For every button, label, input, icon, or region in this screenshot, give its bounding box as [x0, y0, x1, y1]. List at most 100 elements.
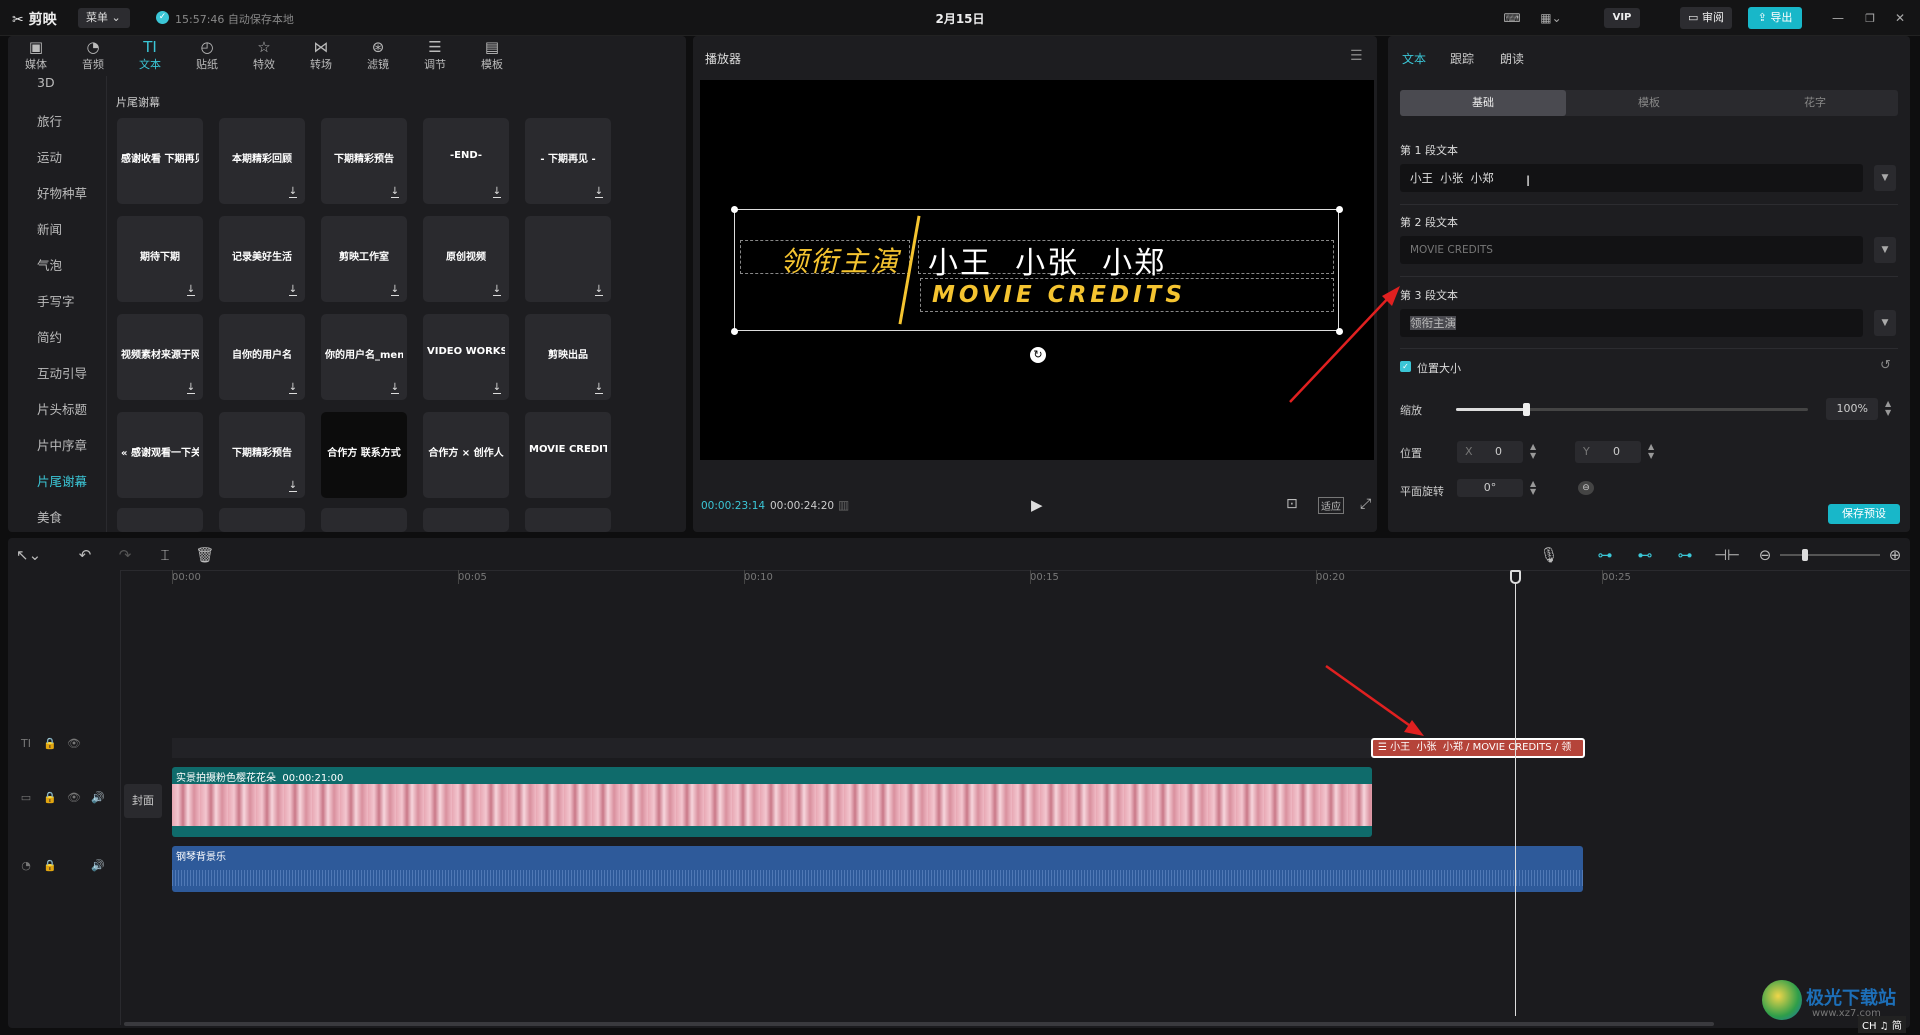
template-tile[interactable]: 下期精彩预告 ↓ [321, 118, 407, 204]
scale-slider-knob[interactable] [1523, 403, 1531, 416]
split-icon[interactable]: ⌶ [154, 545, 176, 565]
subtab-basic[interactable]: 基础 [1400, 90, 1566, 116]
tab-adjust[interactable]: ☰ 调节 [407, 38, 463, 72]
tab-text[interactable]: TI 文本 [122, 38, 178, 72]
template-tile[interactable]: 原创视频 ↓ [423, 216, 509, 302]
tab-filter[interactable]: ⊛ 滤镜 [350, 38, 406, 72]
template-tile[interactable]: - 下期再见 - ↓ [525, 118, 611, 204]
eye-icon[interactable]: 👁 [66, 791, 82, 804]
subtab-fancy[interactable]: 花字 [1732, 90, 1898, 116]
tab-text-props[interactable]: 文本 [1402, 50, 1426, 67]
zoom-in-icon[interactable]: ⊕ [1884, 545, 1906, 565]
download-icon[interactable]: ↓ [593, 382, 605, 394]
zoom-out-icon[interactable]: ⊖ [1754, 545, 1776, 565]
template-tile[interactable] [219, 508, 305, 532]
template-tile[interactable]: 合作方 × 创作人 [423, 412, 509, 498]
para2-input[interactable]: MOVIE CREDITS [1400, 236, 1863, 264]
fit-screen-icon[interactable]: ⊡ [1286, 496, 1298, 512]
download-icon[interactable]: ↓ [287, 284, 299, 296]
close-icon[interactable]: ✕ [1890, 8, 1910, 28]
template-tile[interactable]: MOVIE CREDITS [525, 412, 611, 498]
download-icon[interactable]: ↓ [185, 284, 197, 296]
template-tile[interactable] [423, 508, 509, 532]
lock-icon[interactable]: 🔒 [42, 791, 58, 804]
timeline-scrollbar[interactable] [124, 1022, 1714, 1026]
playhead[interactable] [1515, 570, 1516, 1016]
template-tile[interactable]: ↓ [525, 216, 611, 302]
download-icon[interactable]: ↓ [389, 382, 401, 394]
download-icon[interactable]: ↓ [491, 186, 503, 198]
scale-stepper-icon[interactable]: ▲ ▼ [1885, 399, 1891, 417]
eye-icon[interactable]: 👁 [66, 737, 82, 750]
rotate-input[interactable]: 0° [1457, 479, 1523, 497]
template-tile[interactable]: « 感谢观看一下关注 » [117, 412, 203, 498]
para3-dropdown[interactable]: ▼ [1874, 310, 1896, 336]
pos-x-input[interactable]: X0 [1457, 441, 1523, 463]
template-tile[interactable] [117, 508, 203, 532]
playhead-handle[interactable] [1510, 570, 1521, 584]
template-tile[interactable]: -END- ↓ [423, 118, 509, 204]
resize-handle[interactable] [1336, 206, 1343, 213]
scale-slider[interactable] [1456, 403, 1808, 416]
tab-sticker[interactable]: ◴ 贴纸 [179, 38, 235, 72]
timecode-grid-icon[interactable]: ▥ [838, 498, 849, 512]
cover-button[interactable]: 封面 [124, 784, 162, 818]
pos-y-input[interactable]: Y0 [1575, 441, 1641, 463]
rotate-dial-icon[interactable]: ⊖ [1578, 481, 1594, 495]
volume-icon[interactable]: 🔊 [90, 791, 106, 804]
para1-dropdown[interactable]: ▼ [1874, 165, 1896, 191]
linkage-icon[interactable]: ⊶ [1674, 545, 1696, 565]
download-icon[interactable]: ↓ [491, 382, 503, 394]
fullscreen-icon[interactable]: ⤢ [1360, 496, 1371, 512]
menu-icon[interactable]: ☰ [1350, 48, 1363, 64]
tab-tracking[interactable]: 跟踪 [1450, 50, 1474, 67]
save-preset-button[interactable]: 保存预设 [1828, 504, 1900, 524]
download-icon[interactable]: ↓ [491, 284, 503, 296]
play-icon[interactable]: ▶ [1031, 496, 1043, 514]
template-tile[interactable]: 你的用户名_meng ↓ [321, 314, 407, 400]
template-tile[interactable]: 感谢收看 下期再见 » [117, 118, 203, 204]
review-button[interactable]: ▭ 审阅 [1680, 7, 1732, 29]
download-icon[interactable]: ↓ [287, 480, 299, 492]
preview-canvas[interactable]: 领衔主演 小王 小张 小郑 MOVIE CREDITS ↻ [700, 80, 1374, 460]
snap-icon[interactable]: ⊷ [1634, 545, 1656, 565]
template-tile[interactable]: 下期精彩预告 ↓ [219, 412, 305, 498]
volume-icon[interactable]: 🔊 [90, 859, 106, 872]
tab-effects[interactable]: ☆ 特效 [236, 38, 292, 72]
subtab-template[interactable]: 模板 [1566, 90, 1732, 116]
template-tile[interactable]: 本期精彩回顾 ↓ [219, 118, 305, 204]
tab-audio[interactable]: ◔ 音频 [65, 38, 121, 72]
zoom-knob[interactable] [1802, 549, 1808, 561]
video-clip[interactable]: 实景拍摄粉色樱花花朵 00:00:21:00 [172, 767, 1372, 837]
template-tile[interactable]: 期待下期 ↓ [117, 216, 203, 302]
vip-button[interactable]: VIP [1604, 8, 1640, 28]
x-stepper-icon[interactable]: ▲ ▼ [1530, 442, 1536, 460]
template-tile[interactable]: 剪映工作室 ↓ [321, 216, 407, 302]
tab-read-aloud[interactable]: 朗读 [1500, 50, 1524, 67]
template-tile[interactable] [321, 508, 407, 532]
download-icon[interactable]: ↓ [185, 382, 197, 394]
download-icon[interactable]: ↓ [287, 382, 299, 394]
restore-icon[interactable]: ❐ [1860, 8, 1880, 28]
tab-media[interactable]: ▣ 媒体 [8, 38, 64, 72]
zoom-slider[interactable] [1780, 549, 1880, 561]
template-tile[interactable]: 自你的用户名 ↓ [219, 314, 305, 400]
export-button[interactable]: ⇪ 导出 [1748, 7, 1802, 29]
rotate-icon[interactable]: ↻ [1030, 347, 1046, 363]
download-icon[interactable]: ↓ [593, 284, 605, 296]
redo-icon[interactable]: ↷ [114, 545, 136, 565]
resize-handle[interactable] [731, 328, 738, 335]
ratio-button[interactable]: 适应 [1318, 497, 1344, 514]
shortcut-icon[interactable]: ⌨ [1500, 8, 1524, 28]
template-tile[interactable]: 记录美好生活 ↓ [219, 216, 305, 302]
tab-template[interactable]: ▤ 模板 [464, 38, 520, 72]
para3-input[interactable]: 领衔主演 [1400, 309, 1863, 337]
template-tile[interactable]: VIDEO WORKS BY ME ↓ [423, 314, 509, 400]
template-tile[interactable]: 剪映出品 ↓ [525, 314, 611, 400]
resize-handle[interactable] [731, 206, 738, 213]
download-icon[interactable]: ↓ [389, 186, 401, 198]
main-track-link-icon[interactable]: ⊶ [1594, 545, 1616, 565]
lock-icon[interactable]: 🔒 [42, 859, 58, 872]
rotate-stepper-icon[interactable]: ▲ ▼ [1530, 480, 1536, 496]
para2-dropdown[interactable]: ▼ [1874, 237, 1896, 263]
